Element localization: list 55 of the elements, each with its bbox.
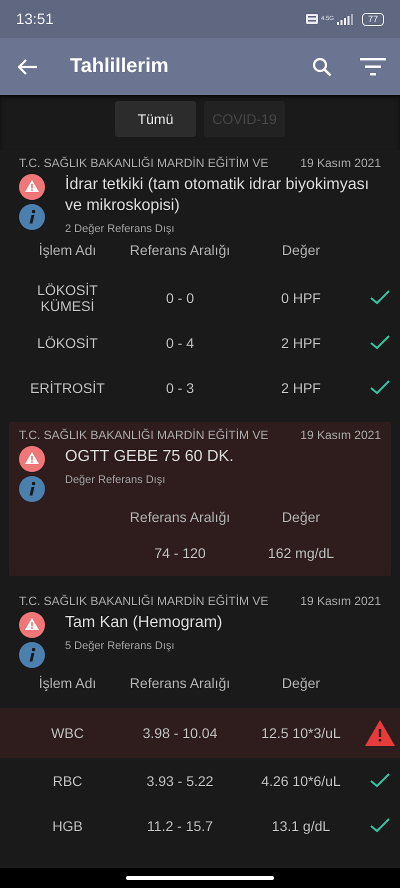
test-name: RBC: [52, 772, 84, 788]
column-header: İşlem Adı: [38, 675, 98, 691]
column-header: Değer: [280, 675, 322, 691]
reference-range: 0 - 0: [164, 290, 195, 306]
result-value: 0 HPF: [280, 290, 322, 306]
warning-icon: [19, 174, 45, 200]
warning-icon: [19, 612, 45, 638]
back-button[interactable]: [18, 58, 38, 74]
column-header: Referans Aralığı: [128, 675, 232, 691]
info-icon: [19, 204, 45, 230]
test-name: LÖKOSİT KÜMESİ: [36, 282, 99, 314]
test-name: HGB: [51, 818, 84, 834]
out-of-range-count: 2 Değer Referans Dışı: [65, 223, 176, 235]
result-date: 19 Kasım 2021: [300, 156, 381, 170]
reference-range: 0 - 3: [164, 380, 195, 396]
info-icon: [19, 476, 45, 502]
reference-range: 0 - 4: [164, 334, 195, 350]
column-header: Referans Aralığı: [128, 242, 232, 258]
alert-card[interactable]: T.C. SAĞLIK BAKANLIĞI MARDİN EĞİTİM VE 19 Kasım 2021 OGTT GEBE 75 60 DK. Değer Referans Dışı Referans Aralığı Değer 74 - 120 162 mg/dL: [9, 422, 391, 576]
reference-range: 3.98 - 10.04: [142, 725, 218, 741]
result-value: 2 HPF: [280, 380, 322, 396]
out-of-range-count: 5 Değer Referans Dışı: [65, 640, 176, 652]
test-title: OGTT GEBE 75 60 DK.: [65, 447, 234, 467]
column-header: Değer: [280, 509, 322, 525]
result-value: 2 HPF: [280, 334, 322, 350]
result-date: 19 Kasım 2021: [300, 428, 381, 442]
column-header: İşlem Adı: [38, 242, 98, 258]
column-header: Değer: [280, 242, 322, 258]
filter-button[interactable]: [360, 58, 386, 76]
filter-tab[interactable]: Tümü: [115, 101, 196, 137]
institution-name: T.C. SAĞLIK BAKANLIĞI MARDİN EĞİTİM VE: [19, 428, 268, 442]
reference-range: 74 - 120: [153, 545, 207, 561]
test-name: LÖKOSİT: [36, 334, 99, 350]
test-title: Tam Kan (Hemogram): [65, 613, 222, 633]
search-button[interactable]: [312, 56, 332, 76]
institution-name: T.C. SAĞLIK BAKANLIĞI MARDİN EĞİTİM VE: [19, 594, 268, 608]
institution-name: T.C. SAĞLIK BAKANLIĞI MARDİN EĞİTİM VE: [19, 156, 268, 170]
page-title: Tahlillerim: [70, 55, 170, 78]
result-value: 13.1 g/dL: [270, 818, 332, 834]
info-icon: [19, 642, 45, 668]
battery-level: 77: [362, 12, 384, 26]
result-value: 4.26 10*6/uL: [260, 772, 342, 788]
result-value: 162 mg/dL: [266, 545, 336, 561]
clock: 13:51: [16, 10, 54, 28]
test-title: İdrar tetkiki (tam otomatik idrar biyokimyası ve mikroskopisi): [65, 174, 370, 216]
reference-range: 11.2 - 15.7: [146, 818, 214, 834]
column-header: Referans Aralığı: [128, 509, 232, 525]
result-value: 12.5 10*3/uL: [260, 725, 342, 741]
signal-icon: [336, 14, 353, 24]
result-date: 19 Kasım 2021: [300, 594, 381, 608]
reference-range: 3.93 - 5.22: [146, 772, 214, 788]
out-of-range-count: Değer Referans Dışı: [65, 474, 166, 486]
warning-icon: [19, 446, 45, 472]
test-name: ERİTROSİT: [29, 380, 106, 396]
test-name: WBC: [50, 725, 85, 741]
